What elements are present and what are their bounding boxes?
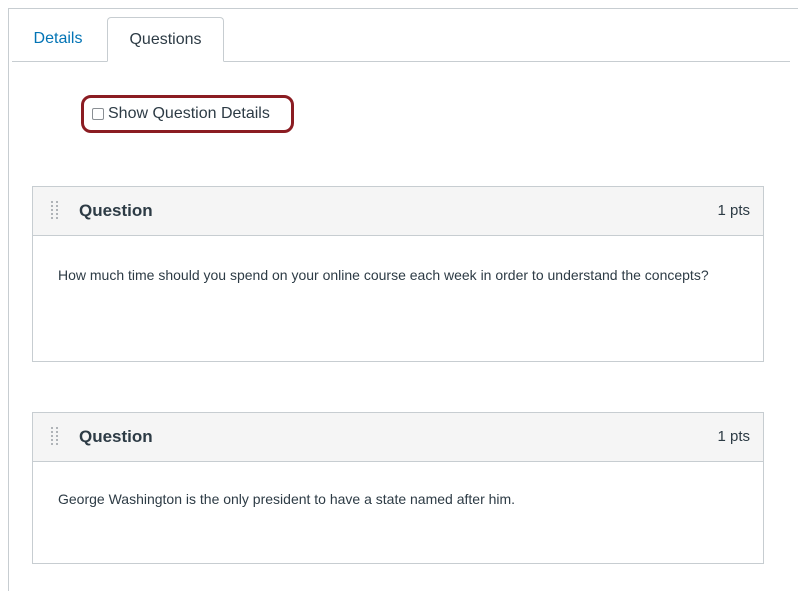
show-question-details-toggle[interactable]: Show Question Details	[81, 95, 294, 133]
question-card: Question 1 pts How much time should you …	[32, 186, 764, 362]
tab-details[interactable]: Details	[12, 17, 104, 61]
question-text: How much time should you spend on your o…	[58, 267, 709, 283]
question-points: 1 pts	[717, 428, 750, 445]
question-header: Question 1 pts	[33, 187, 763, 236]
question-header: Question 1 pts	[33, 413, 763, 462]
tab-questions[interactable]: Questions	[107, 17, 224, 62]
drag-handle-icon[interactable]	[51, 201, 61, 221]
question-card: Question 1 pts George Washington is the …	[32, 412, 764, 564]
show-question-details-label: Show Question Details	[108, 105, 270, 122]
drag-handle-icon[interactable]	[51, 427, 61, 447]
checkbox-icon[interactable]	[92, 108, 104, 120]
question-points: 1 pts	[717, 202, 750, 219]
question-title: Question	[79, 427, 153, 446]
question-title: Question	[79, 201, 153, 220]
question-text: George Washington is the only president …	[58, 491, 516, 507]
quiz-tabs: Details Questions	[12, 17, 790, 62]
